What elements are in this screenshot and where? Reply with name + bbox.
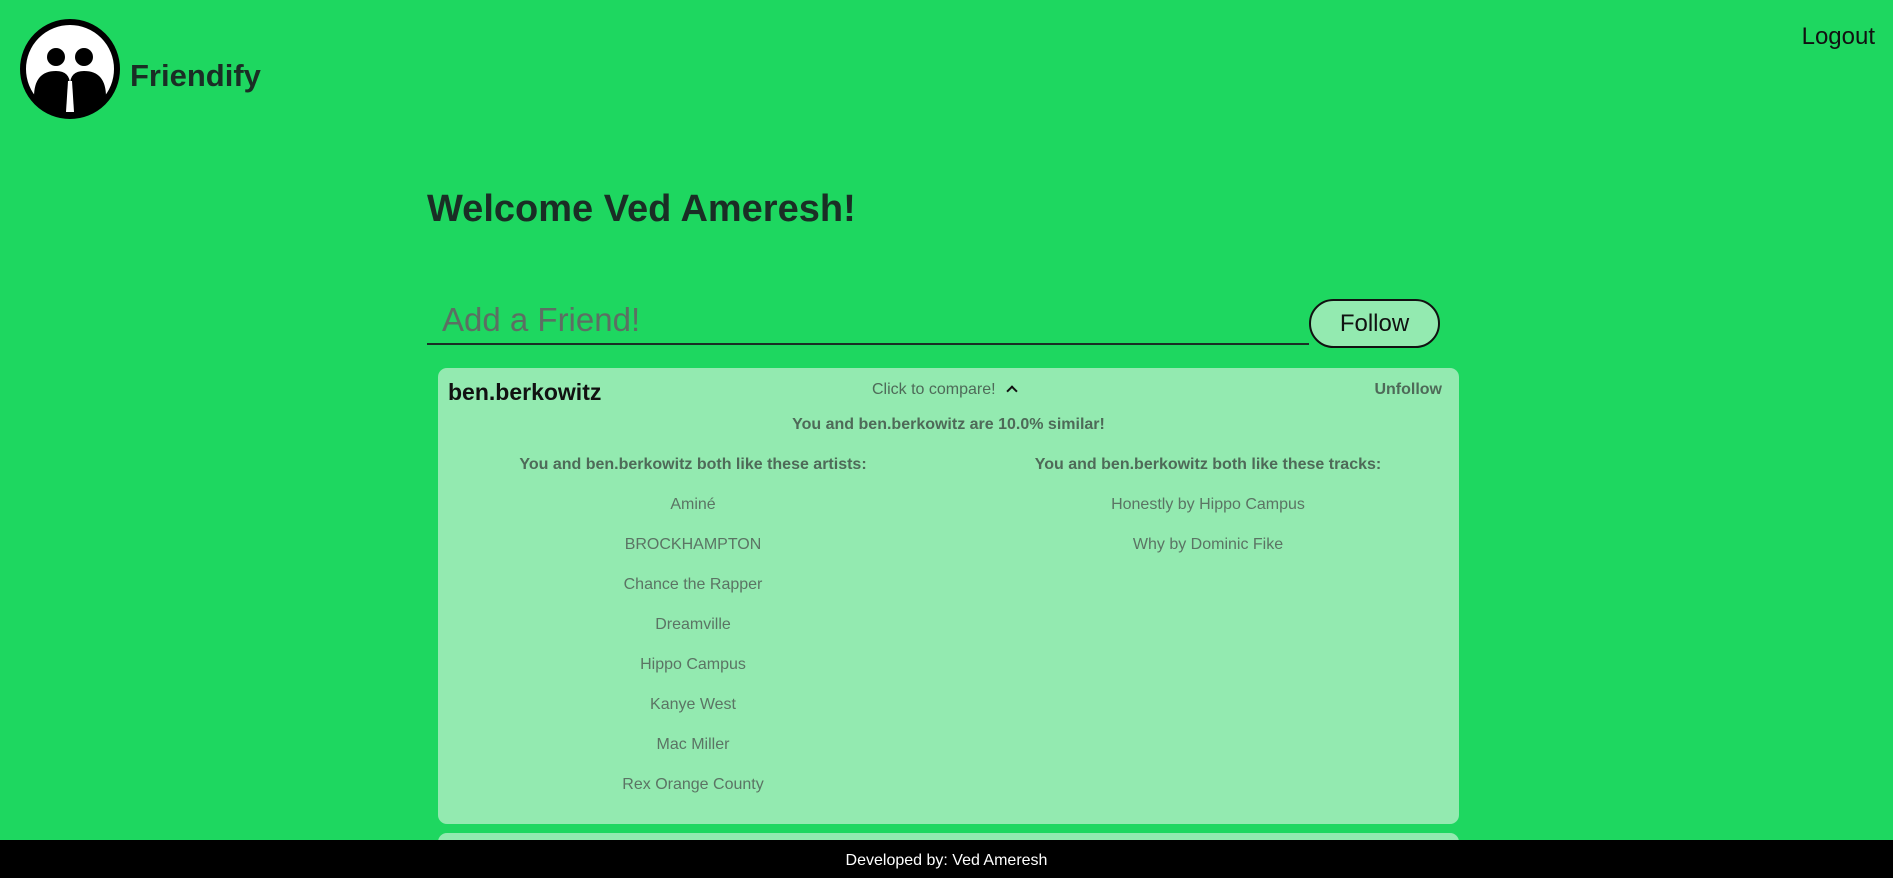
compare-toggle[interactable]: Click to compare! xyxy=(872,381,1018,399)
add-friend-input[interactable] xyxy=(427,297,1309,345)
footer-credit: Developed by: Ved Ameresh xyxy=(845,852,1048,869)
follow-button[interactable]: Follow xyxy=(1309,299,1440,348)
similarity-text: You and ben.berkowitz are 10.0% similar! xyxy=(792,416,1105,433)
friend-username: ben.berkowitz xyxy=(448,379,602,405)
main-content: Welcome Ved Ameresh! Follow ben.berkowit… xyxy=(427,180,1459,824)
track-item: Honestly by Hippo Campus xyxy=(1111,496,1305,513)
artist-item: Rex Orange County xyxy=(622,776,764,793)
artist-item: Kanye West xyxy=(650,696,736,713)
tracks-header: You and ben.berkowitz both like these tr… xyxy=(1034,456,1382,473)
friend-card: ben.berkowitz Click to compare! Unfollow… xyxy=(438,368,1459,824)
two-people-face-icon xyxy=(20,19,120,119)
track-item: Why by Dominic Fike xyxy=(1132,536,1284,553)
footer: Developed by: Ved Ameresh xyxy=(0,840,1893,878)
shared-artists-list: You and ben.berkowitz both like these ar… xyxy=(438,456,948,816)
app-name[interactable]: Friendify xyxy=(130,58,261,94)
shared-tracks-list: You and ben.berkowitz both like these tr… xyxy=(953,456,1463,576)
artist-item: Chance the Rapper xyxy=(623,576,763,593)
logout-link[interactable]: Logout xyxy=(1802,23,1875,51)
top-bar: Friendify Logout xyxy=(0,0,1893,130)
compare-label: Click to compare! xyxy=(872,381,996,398)
artist-item: BROCKHAMPTON xyxy=(624,536,762,553)
artist-item: Mac Miller xyxy=(656,736,730,753)
artist-item: Hippo Campus xyxy=(640,656,746,673)
add-friend-row: Follow xyxy=(427,297,1459,357)
artist-item: Aminé xyxy=(670,496,716,513)
chevron-up-icon xyxy=(1005,385,1018,397)
artist-item: Dreamville xyxy=(655,616,731,633)
artists-header: You and ben.berkowitz both like these ar… xyxy=(519,456,867,473)
welcome-heading: Welcome Ved Ameresh! xyxy=(427,188,856,230)
unfollow-button[interactable]: Unfollow xyxy=(1374,381,1442,399)
